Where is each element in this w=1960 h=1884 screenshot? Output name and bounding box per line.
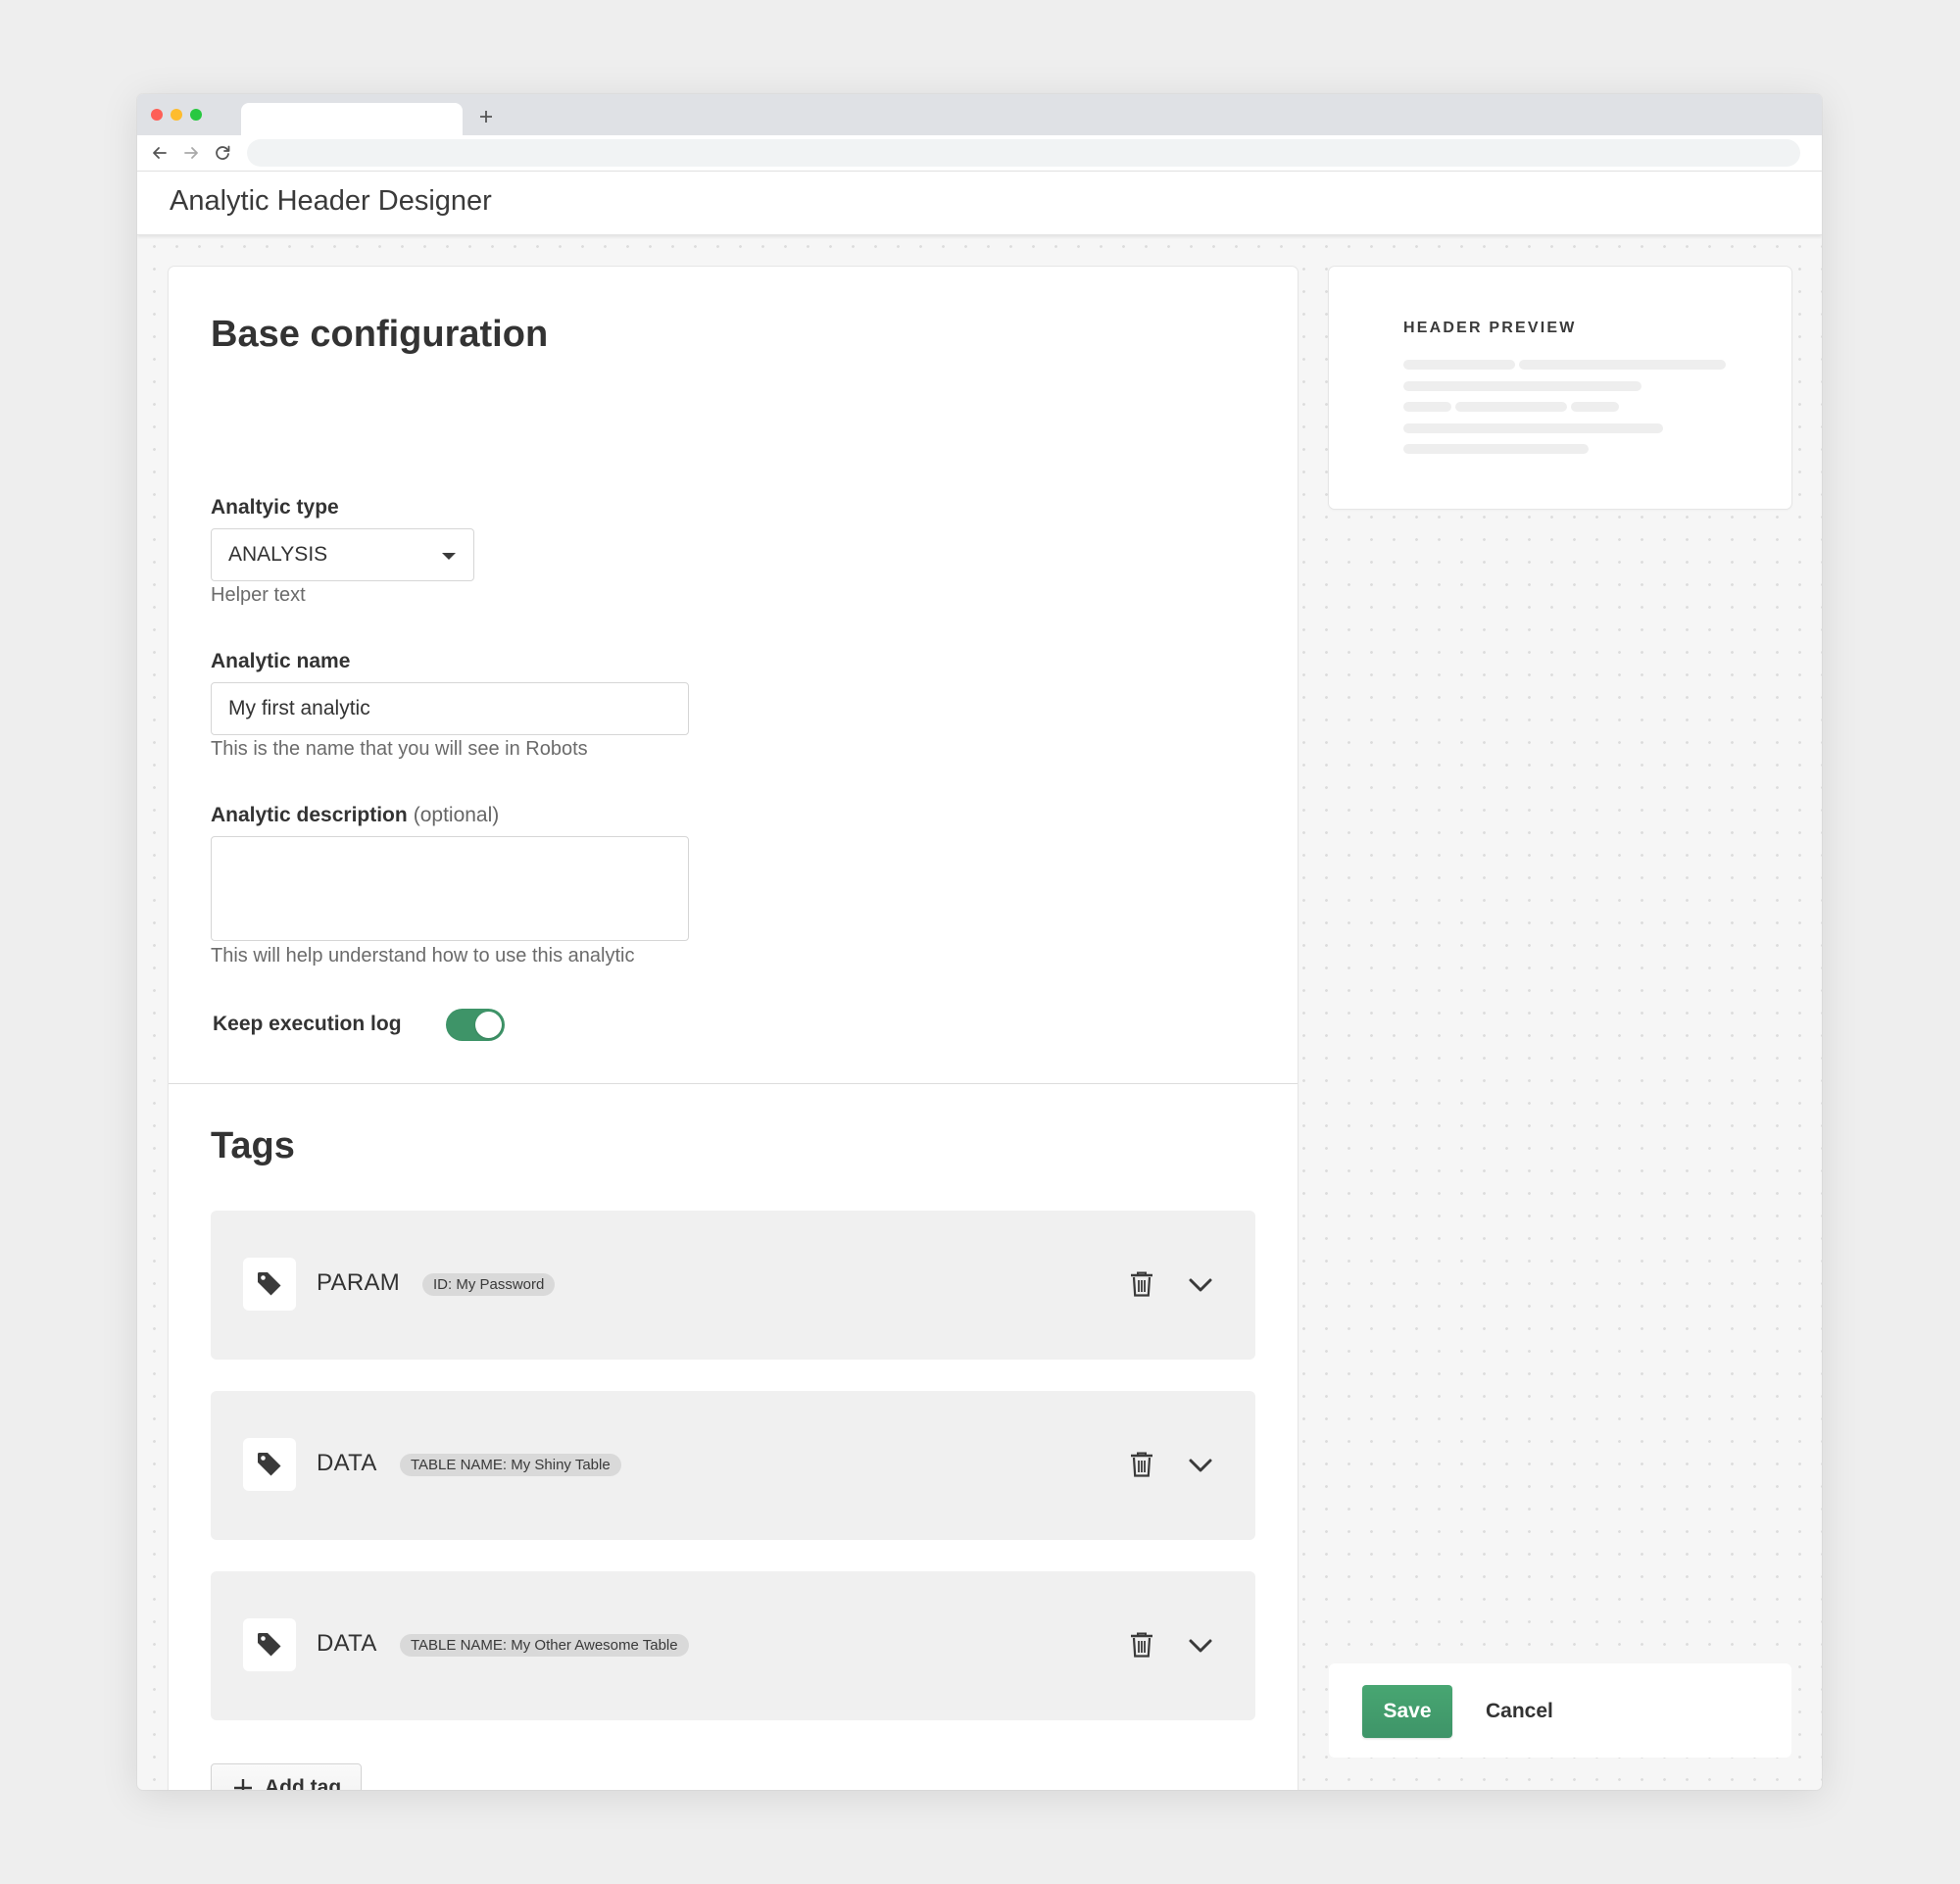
tag-icon [258, 1633, 281, 1657]
tab-bar [137, 94, 1822, 135]
maximize-window-button[interactable] [190, 109, 202, 121]
tag-icon [258, 1272, 281, 1296]
analytic-description-label: Analytic description (optional) [211, 804, 499, 827]
browser-window: Analytic Header Designer Base configurat… [137, 94, 1822, 1790]
tag-icon-box [243, 1618, 296, 1671]
tag-row[interactable]: PARAM ID: My Password [211, 1211, 1255, 1360]
add-tag-label: Add tag [265, 1776, 342, 1790]
tag-chip: TABLE NAME: My Shiny Table [400, 1454, 621, 1476]
forward-button[interactable] [180, 142, 202, 164]
section-divider [169, 1083, 1298, 1084]
tag-icon [258, 1453, 281, 1476]
configuration-card: Base configuration Analtyic type ANALYSI… [169, 267, 1298, 1790]
preview-skeleton-line [1455, 402, 1567, 412]
analytic-description-label-text: Analytic description [211, 804, 408, 826]
chevron-down-icon [1189, 1459, 1212, 1472]
tag-type: DATA [317, 1630, 377, 1657]
add-tag-button[interactable]: Add tag [211, 1763, 362, 1790]
new-tab-button[interactable] [475, 102, 497, 132]
preview-skeleton-line [1403, 360, 1515, 370]
tag-icon-box [243, 1438, 296, 1491]
page-title: Analytic Header Designer [170, 185, 492, 217]
back-button[interactable] [149, 142, 171, 164]
plus-icon [480, 111, 492, 123]
keep-execution-log-label: Keep execution log [213, 1013, 402, 1035]
analytic-type-helper: Helper text [211, 584, 306, 606]
delete-tag-button[interactable] [1129, 1631, 1154, 1659]
reload-button[interactable] [212, 142, 233, 164]
reload-icon [216, 145, 230, 160]
tag-type: PARAM [317, 1269, 401, 1296]
header-preview-title: HEADER PREVIEW [1403, 320, 1577, 336]
actions-card: Save Cancel [1329, 1663, 1791, 1758]
analytic-description-helper: This will help understand how to use thi… [211, 945, 635, 967]
browser-tab[interactable] [241, 103, 463, 135]
tag-row[interactable]: DATA TABLE NAME: My Shiny Table [211, 1391, 1255, 1540]
trash-icon [1131, 1271, 1152, 1297]
analytic-type-label: Analtyic type [211, 496, 339, 519]
trash-icon [1131, 1632, 1152, 1658]
chevron-down-icon [1189, 1278, 1212, 1292]
arrow-right-icon [184, 147, 198, 159]
tag-row[interactable]: DATA TABLE NAME: My Other Awesome Table [211, 1571, 1255, 1720]
preview-skeleton-line [1403, 444, 1589, 454]
preview-skeleton-line [1519, 360, 1726, 370]
plus-icon [234, 1779, 252, 1790]
optional-marker: (optional) [413, 804, 500, 826]
expand-tag-button[interactable] [1187, 1453, 1214, 1476]
expand-tag-button[interactable] [1187, 1272, 1214, 1296]
tag-chip: ID: My Password [422, 1273, 556, 1296]
analytic-type-select[interactable]: ANALYSIS [211, 528, 474, 581]
delete-tag-button[interactable] [1129, 1270, 1154, 1298]
address-row [137, 135, 1822, 172]
analytic-name-helper: This is the name that you will see in Ro… [211, 738, 588, 760]
address-bar[interactable] [247, 139, 1800, 167]
toggle-knob [475, 1012, 502, 1038]
keep-execution-log-toggle[interactable] [446, 1009, 505, 1041]
base-configuration-title: Base configuration [211, 314, 549, 355]
preview-skeleton-line [1571, 402, 1619, 412]
save-button[interactable]: Save [1362, 1685, 1452, 1738]
tag-chip: TABLE NAME: My Other Awesome Table [400, 1634, 689, 1657]
preview-skeleton-line [1403, 402, 1451, 412]
arrow-left-icon [153, 147, 167, 159]
preview-skeleton-line [1403, 423, 1663, 433]
minimize-window-button[interactable] [171, 109, 182, 121]
app-header: Analytic Header Designer [137, 172, 1822, 235]
close-window-button[interactable] [151, 109, 163, 121]
preview-skeleton-line [1403, 381, 1642, 391]
analytic-name-input[interactable] [211, 682, 689, 735]
delete-tag-button[interactable] [1129, 1451, 1154, 1478]
tag-type: DATA [317, 1450, 377, 1476]
analytic-type-value: ANALYSIS [228, 543, 328, 566]
analytic-name-label: Analytic name [211, 650, 351, 672]
caret-down-icon [442, 553, 456, 560]
tags-title: Tags [211, 1125, 295, 1166]
trash-icon [1131, 1452, 1152, 1477]
chevron-down-icon [1189, 1639, 1212, 1653]
header-preview-card: HEADER PREVIEW [1329, 267, 1791, 509]
tag-icon-box [243, 1258, 296, 1311]
expand-tag-button[interactable] [1187, 1633, 1214, 1657]
analytic-description-input[interactable] [211, 836, 689, 941]
cancel-button[interactable]: Cancel [1472, 1685, 1567, 1738]
